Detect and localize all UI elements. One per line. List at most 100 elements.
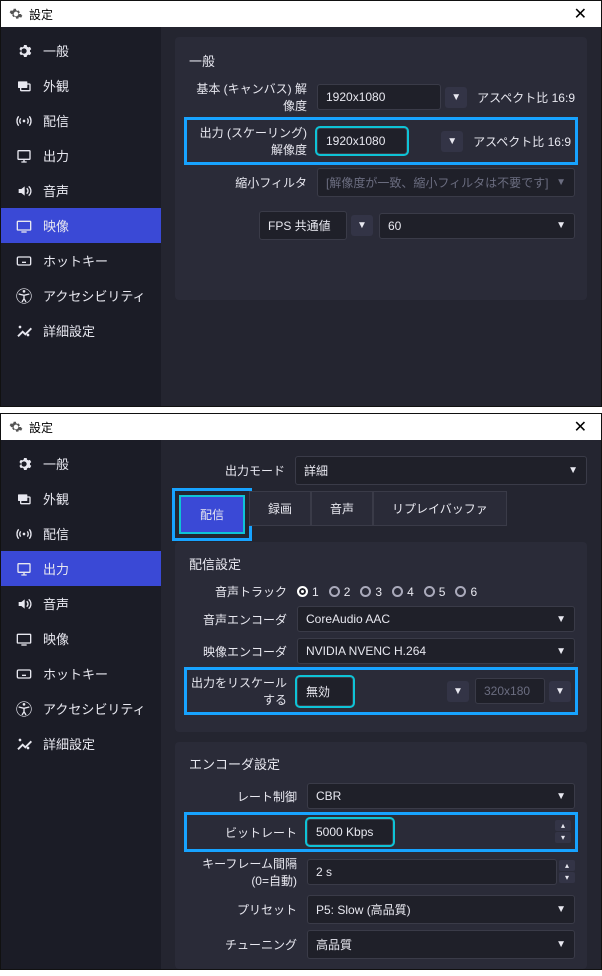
accessibility-icon bbox=[15, 700, 33, 718]
sidebar-item-advanced[interactable]: 詳細設定 bbox=[1, 726, 161, 761]
accessibility-icon bbox=[15, 287, 33, 305]
tuning-select[interactable]: 高品質▼ bbox=[307, 930, 575, 959]
sidebar-item-appearance[interactable]: 外観 bbox=[1, 481, 161, 516]
sidebar-item-accessibility[interactable]: アクセシビリティ bbox=[1, 691, 161, 726]
bitrate-input[interactable]: 5000 Kbps bbox=[307, 819, 393, 845]
sidebar-item-label: 映像 bbox=[43, 216, 69, 235]
sidebar-item-output[interactable]: 出力 bbox=[1, 551, 161, 586]
track-radio-5[interactable]: 5 bbox=[424, 585, 446, 599]
preset-row: プリセット P5: Slow (高品質)▼ bbox=[187, 895, 575, 924]
chevron-down-icon[interactable]: ▼ bbox=[447, 681, 469, 702]
gear-icon bbox=[9, 420, 23, 434]
scaled-aspect: アスペクト比 16:9 bbox=[473, 133, 571, 150]
sidebar-item-label: 外観 bbox=[43, 489, 69, 508]
sidebar-item-hotkeys[interactable]: ホットキー bbox=[1, 656, 161, 691]
sidebar-item-video[interactable]: 映像 bbox=[1, 621, 161, 656]
general-icon bbox=[15, 455, 33, 473]
base-resolution-row: 基本 (キャンバス) 解像度 1920x1080 ▼ アスペクト比 16:9 bbox=[187, 80, 575, 114]
downscale-filter-row: 縮小フィルタ [解像度が一致、縮小フィルタは不要です]▼ bbox=[187, 168, 575, 197]
track-radio-1[interactable]: 1 bbox=[297, 585, 319, 599]
video-encoder-label: 映像エンコーダ bbox=[187, 643, 297, 660]
stream-icon bbox=[15, 112, 33, 130]
sidebar-item-label: 一般 bbox=[43, 41, 69, 60]
tab-audio[interactable]: 音声 bbox=[311, 491, 373, 526]
video-icon bbox=[15, 630, 33, 648]
content-area: 一般 基本 (キャンバス) 解像度 1920x1080 ▼ アスペクト比 16:… bbox=[161, 27, 601, 406]
close-button[interactable]: ✕ bbox=[568, 4, 593, 24]
track-radio-6[interactable]: 6 bbox=[455, 585, 477, 599]
video-panel: 一般 基本 (キャンバス) 解像度 1920x1080 ▼ アスペクト比 16:… bbox=[175, 37, 587, 300]
titlebar: 設定 ✕ bbox=[1, 1, 601, 27]
fps-type-select[interactable]: FPS 共通値 bbox=[259, 211, 347, 240]
base-resolution-label: 基本 (キャンバス) 解像度 bbox=[187, 80, 317, 114]
keyframe-spinner[interactable]: ▴▾ bbox=[557, 860, 575, 884]
appearance-icon bbox=[15, 490, 33, 508]
tab-stream[interactable]: 配信 bbox=[181, 497, 243, 532]
fps-row: FPS 共通値 ▼ 60▼ bbox=[187, 211, 575, 240]
rescale-select[interactable]: 無効 bbox=[297, 677, 353, 706]
track-radio-4[interactable]: 4 bbox=[392, 585, 414, 599]
audio-encoder-select[interactable]: CoreAudio AAC▼ bbox=[297, 606, 575, 632]
sidebar-item-general[interactable]: 一般 bbox=[1, 446, 161, 481]
video-encoder-row: 映像エンコーダ NVIDIA NVENC H.264▼ bbox=[187, 638, 575, 664]
audio-tracks-label: 音声トラック bbox=[187, 583, 297, 600]
sidebar-item-label: 音声 bbox=[43, 181, 69, 200]
window-title: 設定 bbox=[29, 419, 568, 436]
sidebar-item-hotkeys[interactable]: ホットキー bbox=[1, 243, 161, 278]
output-mode-row: 出力モード 詳細▼ bbox=[175, 456, 587, 485]
sidebar-item-label: 配信 bbox=[43, 524, 69, 543]
fps-value-select[interactable]: 60▼ bbox=[379, 213, 575, 239]
sidebar-item-appearance[interactable]: 外観 bbox=[1, 68, 161, 103]
output-icon bbox=[15, 147, 33, 165]
scaled-resolution-row: 出力 (スケーリング) 解像度 1920x1080 ▼ アスペクト比 16:9 bbox=[187, 120, 575, 162]
sidebar-item-stream[interactable]: 配信 bbox=[1, 516, 161, 551]
sidebar-item-label: アクセシビリティ bbox=[43, 286, 146, 305]
base-resolution-select[interactable]: 1920x1080 bbox=[317, 84, 441, 110]
sidebar-item-audio[interactable]: 音声 bbox=[1, 173, 161, 208]
advanced-icon bbox=[15, 735, 33, 753]
stream-settings-title: 配信設定 bbox=[189, 554, 575, 573]
stream-icon bbox=[15, 525, 33, 543]
sidebar-item-advanced[interactable]: 詳細設定 bbox=[1, 313, 161, 348]
rescale-dim-select[interactable]: 320x180 bbox=[475, 678, 545, 704]
chevron-down-icon[interactable]: ▼ bbox=[441, 131, 463, 152]
tab-record[interactable]: 録画 bbox=[249, 491, 311, 526]
chevron-down-icon[interactable]: ▼ bbox=[445, 87, 467, 108]
track-radio-2[interactable]: 2 bbox=[329, 585, 351, 599]
sidebar-item-label: 詳細設定 bbox=[43, 321, 95, 340]
rate-control-select[interactable]: CBR▼ bbox=[307, 783, 575, 809]
keyframe-input[interactable]: 2 s bbox=[307, 859, 557, 885]
sidebar-item-label: 映像 bbox=[43, 629, 69, 648]
sidebar: 一般外観配信出力音声映像ホットキーアクセシビリティ詳細設定 bbox=[1, 27, 161, 406]
sidebar-item-stream[interactable]: 配信 bbox=[1, 103, 161, 138]
base-aspect: アスペクト比 16:9 bbox=[477, 89, 575, 106]
video-encoder-select[interactable]: NVIDIA NVENC H.264▼ bbox=[297, 638, 575, 664]
sidebar-item-label: 配信 bbox=[43, 111, 69, 130]
keyframe-row: キーフレーム間隔 (0=自動) 2 s ▴▾ bbox=[187, 855, 575, 889]
sidebar-item-label: ホットキー bbox=[43, 664, 108, 683]
chevron-down-icon[interactable]: ▼ bbox=[549, 681, 571, 702]
audio-icon bbox=[15, 182, 33, 200]
downscale-filter-select[interactable]: [解像度が一致、縮小フィルタは不要です]▼ bbox=[317, 168, 575, 197]
scaled-resolution-select[interactable]: 1920x1080 bbox=[317, 128, 407, 154]
close-button[interactable]: ✕ bbox=[568, 417, 593, 437]
sidebar-item-output[interactable]: 出力 bbox=[1, 138, 161, 173]
hotkeys-icon bbox=[15, 665, 33, 683]
bitrate-spinner[interactable]: ▴▾ bbox=[553, 820, 571, 844]
sidebar-item-video[interactable]: 映像 bbox=[1, 208, 161, 243]
chevron-down-icon[interactable]: ▼ bbox=[351, 215, 373, 236]
sidebar-item-general[interactable]: 一般 bbox=[1, 33, 161, 68]
downscale-filter-label: 縮小フィルタ bbox=[187, 174, 317, 191]
appearance-icon bbox=[15, 77, 33, 95]
general-icon bbox=[15, 42, 33, 60]
rescale-label: 出力をリスケールする bbox=[191, 674, 297, 708]
tab-replay[interactable]: リプレイバッファ bbox=[373, 491, 507, 526]
sidebar-item-audio[interactable]: 音声 bbox=[1, 586, 161, 621]
preset-select[interactable]: P5: Slow (高品質)▼ bbox=[307, 895, 575, 924]
output-mode-select[interactable]: 詳細▼ bbox=[295, 456, 587, 485]
sidebar-item-accessibility[interactable]: アクセシビリティ bbox=[1, 278, 161, 313]
spin-down-icon: ▾ bbox=[555, 832, 571, 843]
track-radio-3[interactable]: 3 bbox=[360, 585, 382, 599]
sidebar-item-label: 外観 bbox=[43, 76, 69, 95]
rescale-row: 出力をリスケールする 無効 ▼ 320x180 ▼ bbox=[187, 670, 575, 712]
